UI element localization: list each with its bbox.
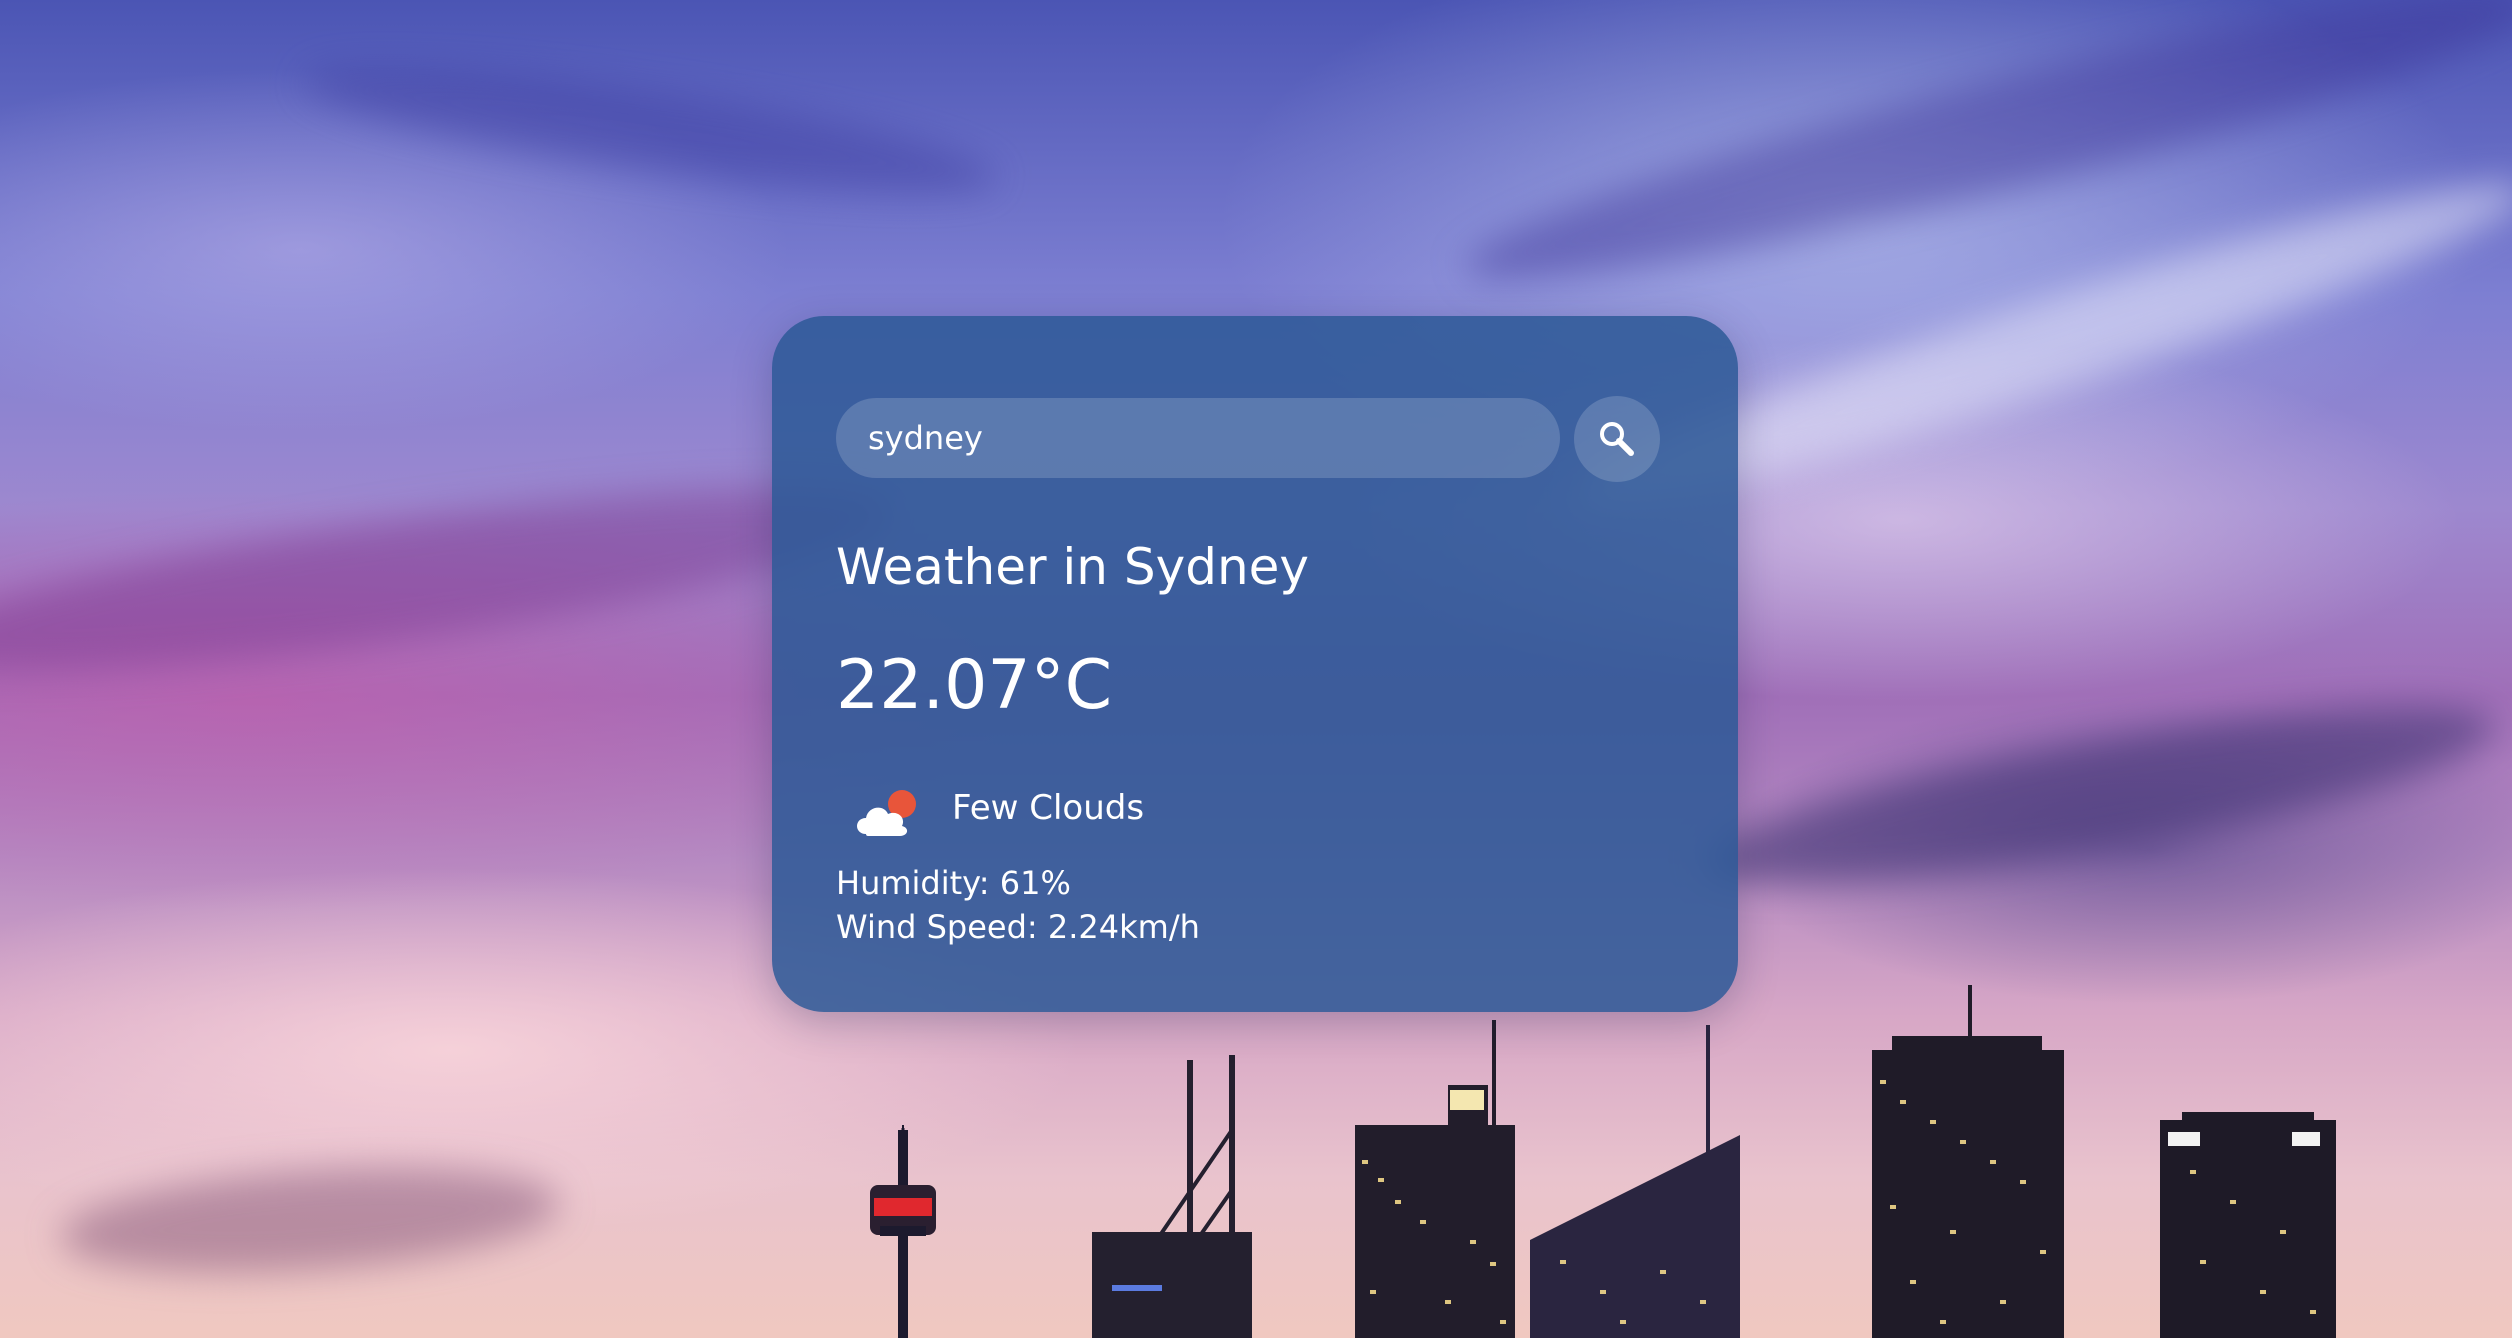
- wind-speed-text: Wind Speed: 2.24km/h: [836, 908, 1200, 946]
- few-clouds-icon: [848, 780, 932, 844]
- search-input[interactable]: [836, 398, 1560, 478]
- weather-card: Weather in Sydney 22.07°C Few Clouds Hum…: [772, 316, 1738, 1012]
- search-icon: [1598, 420, 1636, 458]
- city-title: Weather in Sydney: [836, 538, 1309, 596]
- temperature-value: 22.07°C: [836, 646, 1113, 725]
- search-button[interactable]: [1574, 396, 1660, 482]
- weather-description: Few Clouds: [952, 788, 1145, 828]
- humidity-text: Humidity: 61%: [836, 864, 1071, 902]
